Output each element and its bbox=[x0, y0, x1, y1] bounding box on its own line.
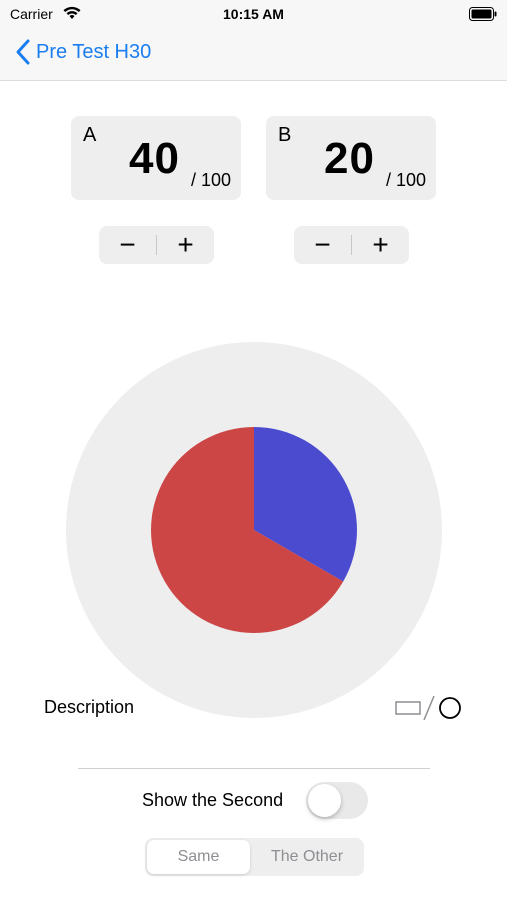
score-card-a: A 40 / 100 bbox=[71, 116, 241, 200]
increment-b-button[interactable]: + bbox=[352, 226, 409, 264]
score-max-a: / 100 bbox=[191, 170, 232, 190]
decrement-a-button[interactable]: − bbox=[99, 226, 156, 264]
battery-icon bbox=[469, 7, 497, 21]
score-card-b: B 20 / 100 bbox=[266, 116, 436, 200]
chevron-left-icon bbox=[16, 39, 30, 65]
segment-the-other[interactable]: The Other bbox=[252, 840, 362, 874]
segmented-control: Same The Other bbox=[145, 838, 364, 876]
separator bbox=[78, 768, 430, 769]
score-letter-b: B bbox=[278, 124, 292, 146]
shape-switch-icon[interactable] bbox=[394, 693, 464, 723]
clock: 10:15 AM bbox=[223, 6, 284, 22]
stepper-b: − + bbox=[294, 226, 409, 264]
score-value-a: 40 bbox=[129, 134, 180, 183]
back-button-label: Pre Test H30 bbox=[36, 40, 152, 63]
score-max-b: / 100 bbox=[386, 170, 427, 190]
navigation-bar: Pre Test H30 bbox=[0, 28, 507, 81]
segment-same[interactable]: Same bbox=[147, 840, 250, 874]
stepper-a: − + bbox=[99, 226, 214, 264]
decrement-b-button[interactable]: − bbox=[294, 226, 351, 264]
increment-a-button[interactable]: + bbox=[157, 226, 214, 264]
show-second-label: Show the Second bbox=[142, 790, 284, 810]
pie-chart bbox=[66, 342, 442, 718]
switch-knob bbox=[308, 784, 341, 817]
description-label: Description bbox=[44, 697, 135, 717]
show-second-switch[interactable] bbox=[306, 782, 368, 819]
score-value-b: 20 bbox=[324, 134, 375, 183]
score-letter-a: A bbox=[83, 124, 97, 146]
back-button[interactable]: Pre Test H30 bbox=[14, 38, 151, 66]
status-bar: Carrier 10:15 AM bbox=[0, 0, 507, 28]
